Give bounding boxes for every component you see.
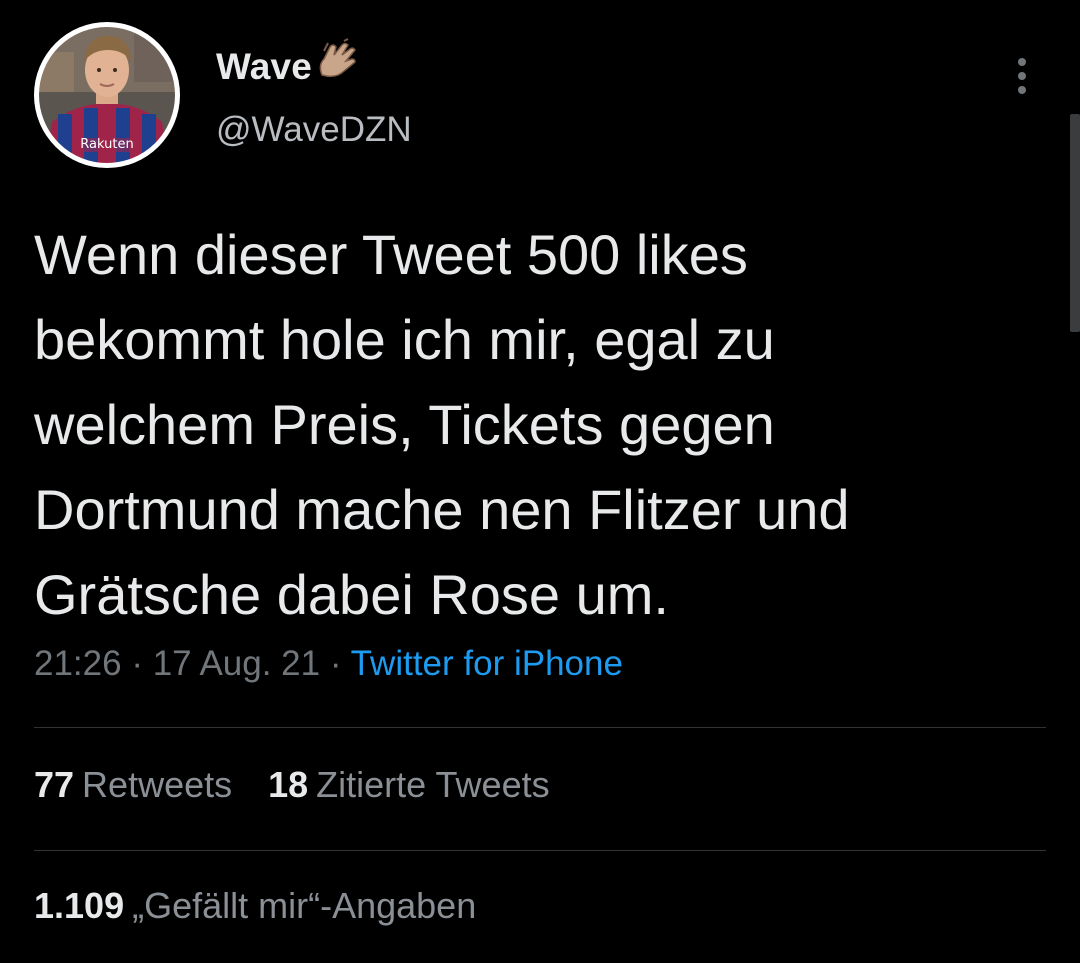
stats-row: 77 Retweets 18 Zitierte Tweets xyxy=(34,764,550,806)
avatar-image: Rakuten xyxy=(35,23,179,167)
retweets-label: Retweets xyxy=(82,764,233,805)
retweets-stat[interactable]: 77 Retweets xyxy=(34,764,232,806)
retweets-count: 77 xyxy=(34,764,75,805)
tweet-meta: 21:26 · 17 Aug. 21 · Twitter for iPhone xyxy=(34,644,623,684)
display-name[interactable]: Wave xyxy=(216,46,312,88)
tweet-source-link[interactable]: Twitter for iPhone xyxy=(351,644,623,683)
meta-separator: · xyxy=(329,644,342,683)
avatar[interactable]: Rakuten xyxy=(34,22,180,168)
tweet-text-line: bekommt hole ich mir, egal zu xyxy=(34,308,775,371)
more-dot xyxy=(1018,86,1026,94)
tweet-text-line: welchem Preis, Tickets gegen xyxy=(34,393,775,456)
hand-emoji-icon xyxy=(314,37,360,88)
meta-separator: · xyxy=(131,644,143,683)
divider xyxy=(34,727,1046,728)
quotes-label: Zitierte Tweets xyxy=(316,764,550,805)
tweet-date[interactable]: 17 Aug. 21 xyxy=(153,644,320,683)
more-dot xyxy=(1018,58,1026,66)
name-row[interactable]: Wave xyxy=(216,37,360,92)
jersey-sponsor-text: Rakuten xyxy=(80,137,133,152)
tweet-text-line: Grätsche dabei Rose um. xyxy=(34,563,669,626)
tweet-text-line: Wenn dieser Tweet 500 likes xyxy=(34,223,748,286)
more-dot xyxy=(1018,72,1026,80)
likes-stat[interactable]: 1.109 „Gefällt mir“-Angaben xyxy=(34,885,476,927)
handle[interactable]: @WaveDZN xyxy=(216,110,412,150)
likes-count: 1.109 xyxy=(34,885,125,926)
divider xyxy=(34,850,1046,851)
tweet-time[interactable]: 21:26 xyxy=(34,644,122,683)
tweet-header: Rakuten Wave @WaveDZN xyxy=(34,22,1046,174)
tweet-text: Wenn dieser Tweet 500 likes bekommt hole… xyxy=(34,212,1034,637)
likes-label: „Gefällt mir“-Angaben xyxy=(132,885,477,926)
quotes-count: 18 xyxy=(268,764,309,805)
quotes-stat[interactable]: 18 Zitierte Tweets xyxy=(268,764,549,806)
more-vertical-icon[interactable] xyxy=(1010,46,1034,106)
tweet-text-line: Dortmund mache nen Flitzer und xyxy=(34,478,850,541)
scrollbar[interactable] xyxy=(1070,114,1080,332)
